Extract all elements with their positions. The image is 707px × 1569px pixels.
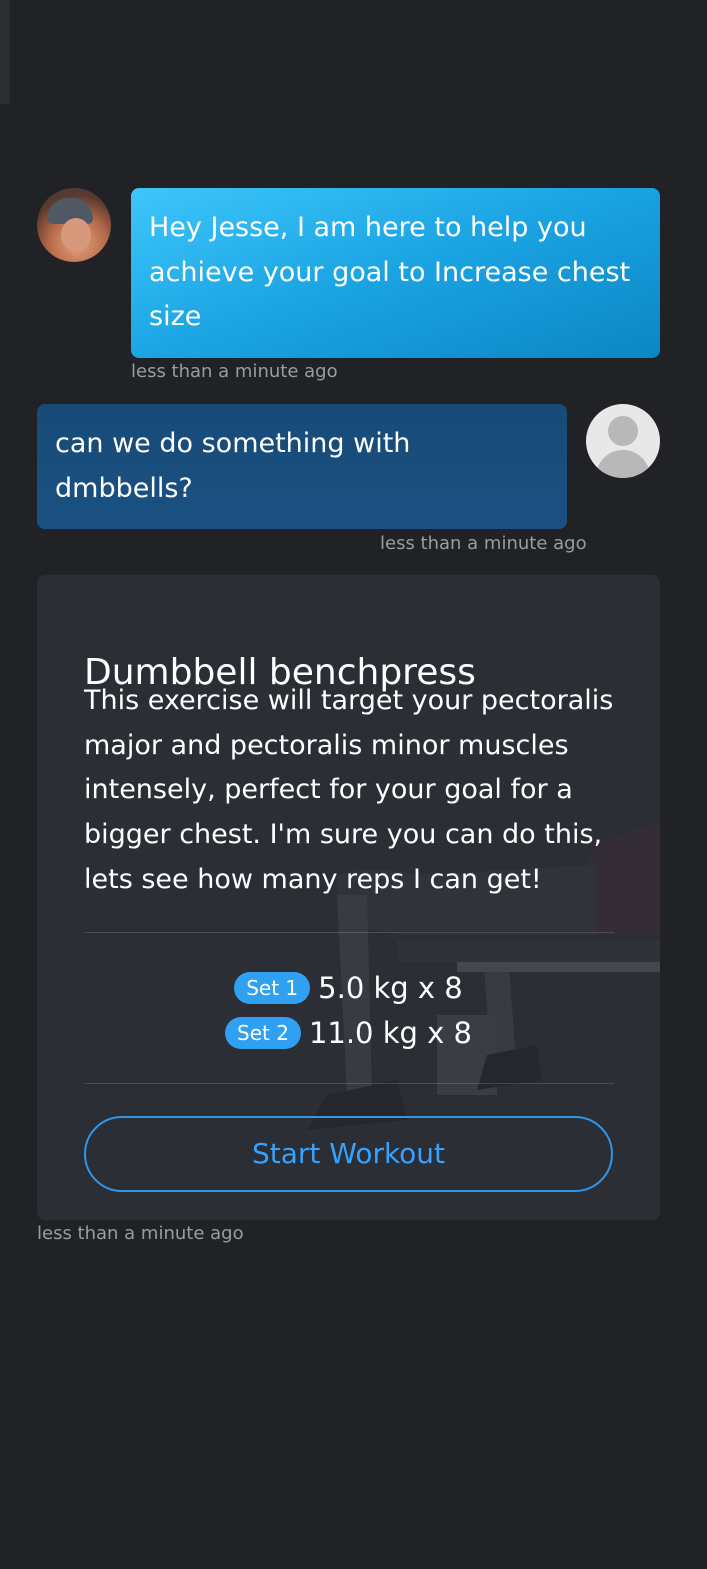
edge-strip	[0, 0, 10, 104]
coach-message-timestamp: less than a minute ago	[131, 361, 338, 382]
set-value: 5.0 kg x 8	[318, 971, 463, 1005]
set-badge: Set 2	[225, 1017, 301, 1049]
coach-message-text: Hey Jesse, I am here to help you achieve…	[149, 212, 631, 332]
coach-message-bubble: Hey Jesse, I am here to help you achieve…	[131, 188, 660, 358]
divider-bottom	[84, 1083, 614, 1084]
set-row: Set 2 11.0 kg x 8	[37, 1013, 660, 1053]
user-message-text: can we do something with dmbbells?	[55, 428, 411, 504]
exercise-description: This exercise will target your pectorali…	[84, 685, 614, 895]
exercise-card: Dumbbell benchpress This exercise will t…	[37, 575, 660, 1220]
chat-screen: Hey Jesse, I am here to help you achieve…	[0, 0, 707, 1569]
set-badge: Set 1	[234, 972, 311, 1004]
start-workout-button[interactable]: Start Workout	[84, 1116, 613, 1192]
exercise-card-timestamp: less than a minute ago	[37, 1223, 244, 1244]
coach-avatar-face	[61, 218, 91, 252]
user-avatar[interactable]	[586, 404, 660, 478]
divider-top	[84, 932, 614, 933]
user-message-bubble: can we do something with dmbbells?	[37, 404, 567, 529]
user-avatar-shoulders-icon	[596, 450, 650, 478]
user-avatar-head-icon	[608, 416, 638, 446]
coach-avatar[interactable]	[37, 188, 111, 262]
set-value: 11.0 kg x 8	[308, 1016, 472, 1050]
user-message-timestamp: less than a minute ago	[380, 533, 587, 554]
set-row: Set 1 5.0 kg x 8	[37, 968, 660, 1008]
